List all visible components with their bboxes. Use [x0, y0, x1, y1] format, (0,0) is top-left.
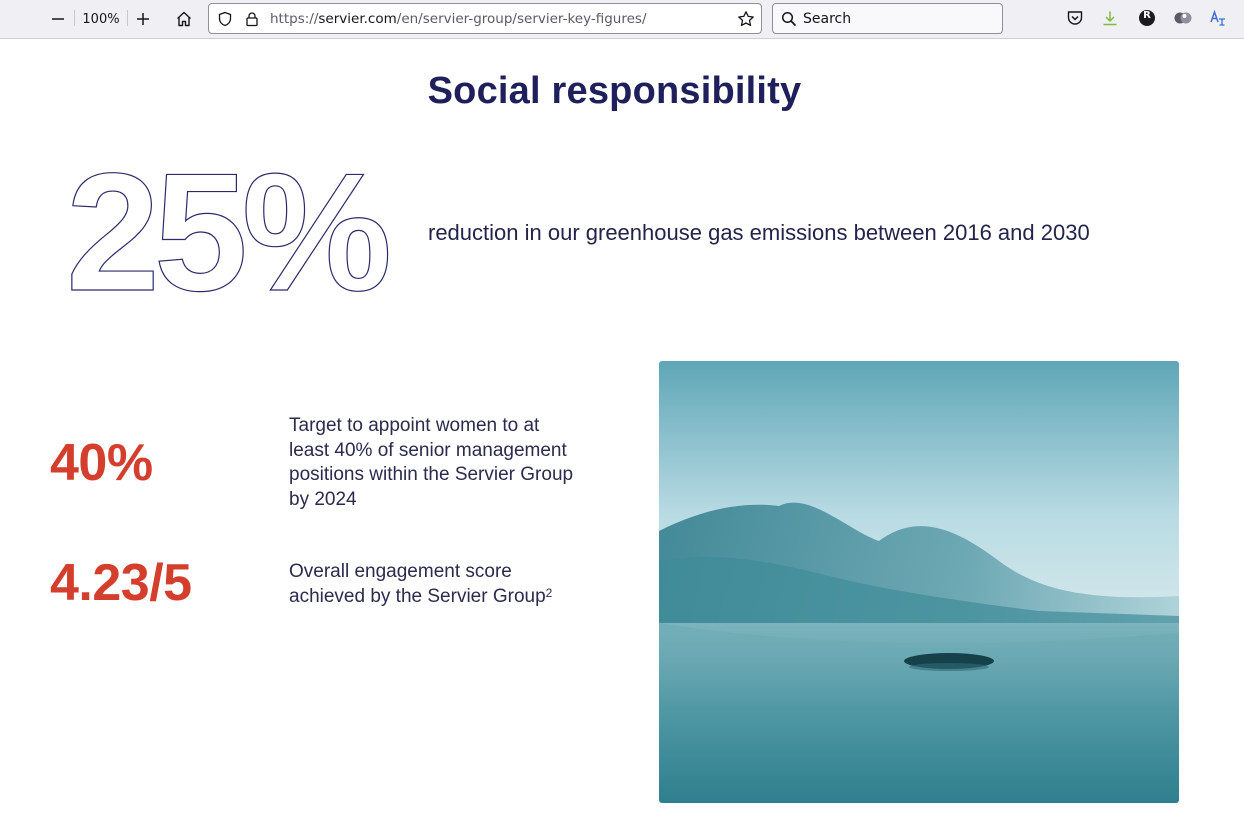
toolbar-divider	[127, 10, 128, 26]
url-text[interactable]: https://servier.com/en/servier-group/ser…	[270, 11, 647, 27]
main-figure-description: reduction in our greenhouse gas emission…	[428, 220, 1090, 245]
zoom-in-button[interactable]	[129, 6, 157, 32]
tracking-protection-shield-icon[interactable]	[216, 10, 234, 28]
stat-description-engagement-score: Overall engagement score achieved by the…	[289, 560, 579, 609]
pocket-icon[interactable]	[1065, 8, 1085, 28]
search-bar[interactable]: Search	[772, 3, 1003, 34]
home-icon	[177, 11, 191, 27]
profile-avatar[interactable]: R	[1137, 8, 1157, 28]
url-scheme: https://	[270, 11, 319, 27]
url-path: /en/servier-group/servier-key-figures/	[396, 11, 647, 27]
url-host: servier.com	[318, 11, 397, 27]
translate-icon[interactable]	[1208, 8, 1228, 28]
zoom-level-button[interactable]: 100%	[78, 6, 124, 32]
search-icon	[780, 10, 798, 28]
search-placeholder: Search	[803, 11, 852, 27]
stat-value-women-target: 40%	[50, 434, 153, 492]
main-figure-value: 25%	[66, 162, 394, 302]
section-heading: Social responsibility	[427, 70, 802, 112]
minus-icon	[52, 18, 64, 20]
browser-toolbar: 100% https://servier.com/en/servier-grou…	[0, 0, 1244, 39]
downloads-icon[interactable]	[1100, 8, 1120, 28]
footnote-marker: 2	[545, 585, 553, 600]
lake-landscape-image	[659, 361, 1179, 803]
extension-icon[interactable]	[1173, 8, 1193, 28]
lock-icon[interactable]	[243, 10, 261, 28]
home-button[interactable]	[170, 6, 198, 32]
stat-value-engagement-score: 4.23/5	[50, 554, 192, 612]
engagement-description-text: Overall engagement score achieved by the…	[289, 561, 546, 607]
zoom-out-button[interactable]	[44, 6, 72, 32]
toolbar-divider	[74, 10, 75, 26]
address-bar[interactable]: https://servier.com/en/servier-group/ser…	[208, 3, 762, 34]
stat-description-women-target: Target to appoint women to at least 40% …	[289, 415, 574, 510]
plus-icon	[137, 13, 149, 25]
bookmark-star-icon[interactable]	[737, 10, 755, 28]
profile-initial: R	[1143, 10, 1151, 21]
main-figure-number: 25%	[66, 162, 388, 302]
